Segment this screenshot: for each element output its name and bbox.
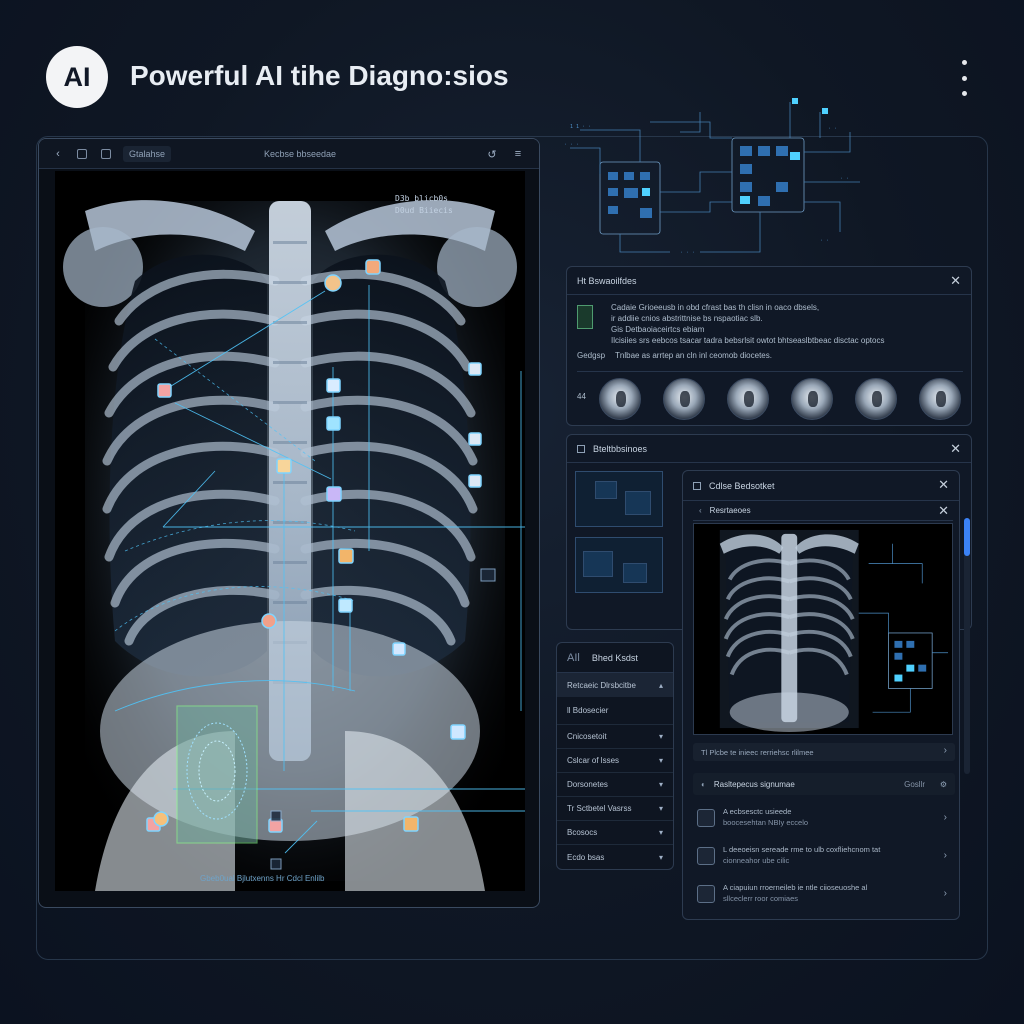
suggestion-item[interactable]: A ecbsesctc usieede boocesehtan NBIy ecc… xyxy=(693,805,955,841)
menu-item-active[interactable]: Retcaeic Dlrsbcitbe ▴ xyxy=(557,673,673,697)
suggestions-header: ◐ Rasltepecus signumae Gosllr ⚙ xyxy=(693,773,955,795)
document-icon xyxy=(697,885,715,903)
close-icon[interactable]: ✕ xyxy=(938,477,949,493)
more-options-icon[interactable] xyxy=(958,60,970,96)
side-menu: AIl Bhed Ksdst Retcaeic Dlrsbcitbe ▴ ll … xyxy=(556,642,674,870)
results-thumbnail-grid xyxy=(575,471,679,621)
findings-title: Ht Bswaoilfdes xyxy=(577,275,637,286)
settings-icon[interactable]: ⚙ xyxy=(940,780,947,789)
svg-text:· ·: · · xyxy=(828,126,837,132)
menu-section[interactable]: ll Bdosecier xyxy=(557,697,673,725)
back-icon[interactable]: ‹ xyxy=(51,147,65,161)
svg-text:· ·: · · xyxy=(840,176,849,182)
chevron-down-icon: ▾ xyxy=(658,756,663,765)
svg-text:· · ·: · · · xyxy=(680,250,695,256)
scrollbar[interactable] xyxy=(964,518,970,774)
menu-item[interactable]: Ecdo bsas ▾ xyxy=(557,845,673,869)
detail-title: Cdlse Bedsotket xyxy=(709,480,775,491)
findings-line-3: Gis Detbaoiaceirtcs ebiam xyxy=(611,325,705,334)
path-label[interactable]: Gtalahse xyxy=(123,145,172,162)
suggestions-title: Rasltepecus signumae xyxy=(713,779,795,789)
xray-thumbnail[interactable] xyxy=(919,378,961,420)
svg-text:· ·: · · xyxy=(820,238,829,244)
ai-schematic-diagram: 1 1 · · · · · · · · · · · · · · xyxy=(560,92,880,262)
findings-line-2: ir addiie cnios abstrittnise bs nspaotia… xyxy=(611,314,763,323)
chevron-down-icon: ▾ xyxy=(658,804,663,813)
viewer-meta-line-1: D3b blicb0s xyxy=(395,194,448,203)
findings-panel: Ht Bswaoilfdes ✕ Cadaie Grioeeusb in obd… xyxy=(566,266,972,426)
case-detail-panel: Cdlse Bedsotket ✕ ‹ Resrtaeoes ✕ Tl Plcb… xyxy=(682,470,960,920)
suggestion-item[interactable]: A ciapuiun rroerneileb ie ntle ciioseuos… xyxy=(693,881,955,917)
xray-preview[interactable] xyxy=(693,523,953,735)
xray-viewer: ‹ Gtalahse Kecbse bbseedae ↺ ≡ D3b blicb… xyxy=(38,138,540,908)
findings-line-4: Ilcisiies srs eebcos tsacar tadra bebsrl… xyxy=(611,336,885,345)
xray-thumbnail[interactable] xyxy=(663,378,705,420)
menu-item[interactable]: Dorsonetes ▾ xyxy=(557,773,673,797)
detail-search-bar[interactable]: Tl Plcbe te inieec rerriehsc rlilmee › xyxy=(693,743,955,761)
detail-subtitle: Resrtaeoes xyxy=(709,506,751,515)
findings-line-1: Cadaie Grioeeusb in obd cfrast bas th cl… xyxy=(611,303,820,312)
detail-subheader: ‹ Resrtaeoes ✕ xyxy=(693,501,953,521)
viewer-toolbar: ‹ Gtalahse Kecbse bbseedae ↺ ≡ xyxy=(39,139,539,169)
xray-thumbnail[interactable] xyxy=(727,378,769,420)
chevron-down-icon: ▾ xyxy=(658,828,663,837)
grid-icon[interactable] xyxy=(75,147,89,161)
menu-title: Bhed Ksdst xyxy=(591,652,638,663)
viewer-footer: Gbeb0ual Bjlutxenns Hr Cdcl Enlilb xyxy=(200,874,325,883)
info-icon: ◐ xyxy=(701,779,706,789)
chest-xray-image[interactable]: D3b blicb0s D0ud Biiecis xyxy=(55,171,525,891)
findings-side-label: Gedgsp xyxy=(577,351,606,360)
image-icon[interactable] xyxy=(99,147,113,161)
share-icon[interactable]: ↺ xyxy=(485,147,499,161)
document-icon xyxy=(697,847,715,865)
thumbnail-strip: 44 xyxy=(577,371,963,420)
findings-thumbnail xyxy=(577,305,593,329)
chevron-right-icon: › xyxy=(943,888,947,899)
chevron-right-icon: › xyxy=(943,745,947,756)
menu-item[interactable]: Tr Sctbetel Vasrss ▾ xyxy=(557,797,673,821)
close-icon[interactable]: ✕ xyxy=(938,503,949,519)
menu-icon[interactable]: ≡ xyxy=(511,147,525,161)
results-title: Bteltbbsinoes xyxy=(593,443,648,454)
scrollbar-thumb[interactable] xyxy=(964,518,970,556)
menu-item[interactable]: Cslcar of lsses ▾ xyxy=(557,749,673,773)
close-icon[interactable]: ✕ xyxy=(950,441,961,457)
findings-line-5: Tnlbae as arrtep an cln inl ceomob dioce… xyxy=(615,351,772,360)
svg-text:· · ·: · · · xyxy=(564,142,579,148)
image-icon xyxy=(697,809,715,827)
chevron-up-icon: ▴ xyxy=(658,680,663,690)
svg-text:1 1 · ·: 1 1 · · xyxy=(570,124,591,130)
back-icon[interactable]: ‹ xyxy=(699,506,702,515)
viewer-meta-line-2: D0ud Biiecis xyxy=(395,206,453,215)
image-icon xyxy=(693,481,701,490)
menu-item[interactable]: Bcosocs ▾ xyxy=(557,821,673,845)
chevron-right-icon: › xyxy=(943,812,947,823)
close-icon[interactable]: ✕ xyxy=(950,273,961,289)
suggestions-right-label: Gosllr xyxy=(904,779,925,789)
menu-item[interactable]: Cnicosetoit ▾ xyxy=(557,725,673,749)
chevron-down-icon: ▾ xyxy=(658,732,663,741)
viewer-title: Kecbse bbseedae xyxy=(264,149,337,159)
xray-thumbnail[interactable] xyxy=(791,378,833,420)
xray-thumbnail[interactable] xyxy=(599,378,641,420)
chevron-down-icon: ▾ xyxy=(658,780,663,789)
chevron-down-icon: ▾ xyxy=(658,852,663,862)
chevron-right-icon: › xyxy=(943,850,947,861)
page-title: Powerful AI tihe Diagno:sios xyxy=(130,60,509,91)
menu-logo: AIl xyxy=(567,651,580,664)
grid-icon xyxy=(577,444,585,453)
thumb-count-label: 44 xyxy=(577,392,586,401)
app-logo: AI xyxy=(46,46,108,108)
suggestion-item[interactable]: L deeoeisn sereade rme to ulb coxfliehcn… xyxy=(693,843,955,879)
xray-thumbnail[interactable] xyxy=(855,378,897,420)
